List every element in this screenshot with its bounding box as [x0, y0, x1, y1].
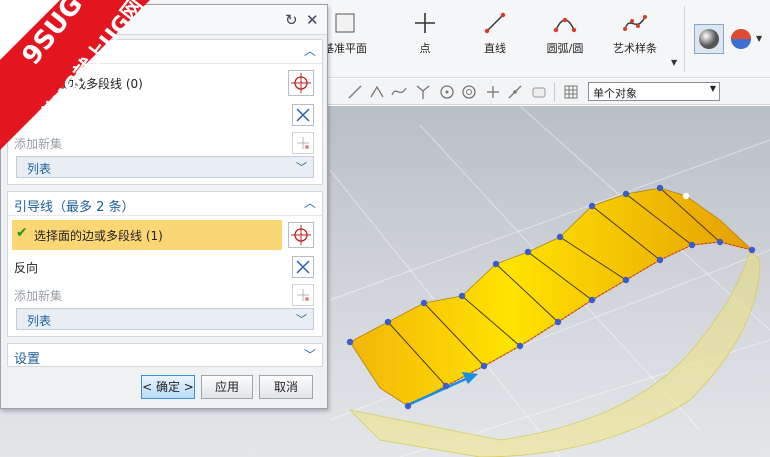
chevron-down-icon: ﹀: [296, 161, 307, 174]
selection-bar: 单个对象 ▼: [328, 79, 770, 105]
settings-title: 设置: [14, 352, 41, 367]
guide-group-title: 引导线（最多 2 条）: [14, 200, 135, 215]
dialog-title-bar: ↻ ✕: [1, 5, 327, 35]
selection-filter-value: 单个对象: [593, 87, 637, 100]
select-guide-label: 选择面的边或多段线 (1): [34, 229, 163, 243]
ribbon-point-button[interactable]: 点: [390, 8, 460, 70]
group-header[interactable]: ︿: [8, 40, 322, 64]
list-expander[interactable]: 列表 ﹀: [16, 156, 314, 178]
shaded-sphere-icon: [699, 29, 719, 49]
crosshair-icon: [291, 73, 311, 93]
crosshair-icon: [291, 225, 311, 245]
line-icon: [482, 10, 508, 36]
ribbon-label: 艺术样条: [613, 42, 657, 55]
section-group: ︿ 选择面的边或多段线 (0) 添加新集 列表 ﹀: [7, 39, 323, 185]
add-new-set-button[interactable]: [292, 132, 314, 154]
add-new-set-label: 添加新集: [14, 289, 63, 303]
plus-icon[interactable]: [484, 83, 502, 101]
grid-icon[interactable]: [562, 83, 580, 101]
ribbon-studio-spline-button[interactable]: 艺术样条: [600, 8, 670, 70]
list-label: 列表: [27, 162, 52, 176]
close-icon[interactable]: ✕: [306, 11, 319, 29]
guide-group-header[interactable]: 引导线（最多 2 条） ︿: [8, 192, 322, 216]
add-new-set-label: 添加新集: [14, 137, 63, 151]
list-label: 列表: [27, 314, 52, 328]
chevron-down-icon: ▼: [709, 84, 716, 93]
eraser-icon[interactable]: [530, 83, 548, 101]
add-set-icon: [297, 137, 309, 149]
apply-button[interactable]: 应用: [201, 375, 253, 399]
line-icon[interactable]: [346, 83, 364, 101]
reset-icon[interactable]: ↻: [285, 11, 298, 29]
sweep-dialog: ↻ ✕ ︿ 选择面的边或多段线 (0) 添加新集 列表 ﹀ 引导线（最多 2 条…: [0, 4, 328, 409]
circle-icon[interactable]: [438, 83, 456, 101]
circle-snap-icon[interactable]: [460, 83, 478, 101]
chevron-down-icon: ﹀: [296, 313, 307, 326]
point-icon: [412, 10, 438, 36]
add-new-set-button[interactable]: [292, 284, 314, 306]
select-edge-row[interactable]: 选择面的边或多段线 (0): [12, 68, 318, 98]
arc-circle-icon: [552, 10, 578, 36]
guide-curves-group: 引导线（最多 2 条） ︿ ✔ 选择面的边或多段线 (1) 反向 添加新集 列表…: [7, 191, 323, 337]
chevron-down-icon[interactable]: ﹀: [304, 346, 316, 363]
check-icon: ✔: [16, 225, 28, 241]
line-snap-icon[interactable]: [506, 83, 524, 101]
spline-icon[interactable]: [390, 83, 408, 101]
crosshair-select-button[interactable]: [288, 222, 314, 248]
render-style-dropdown-icon[interactable]: ▼: [756, 34, 762, 43]
ok-button[interactable]: < 确定 >: [141, 375, 195, 399]
chevron-up-icon[interactable]: ︿: [304, 194, 316, 211]
reverse-direction-button[interactable]: [292, 256, 314, 278]
ribbon-arc-button[interactable]: 圆弧/圆: [530, 8, 600, 70]
reverse-row: 反向: [12, 252, 318, 282]
crosshair-select-button[interactable]: [288, 70, 314, 96]
ribbon-label: 直线: [484, 42, 506, 55]
chevron-up-icon[interactable]: ︿: [304, 42, 316, 59]
datum-plane-icon: [332, 10, 358, 36]
ribbon-line-button[interactable]: 直线: [460, 8, 530, 70]
shaded-view-button[interactable]: [694, 24, 724, 54]
selection-filter-dropdown[interactable]: 单个对象 ▼: [588, 82, 720, 101]
reverse-label: 反向: [14, 261, 39, 275]
color-sphere-icon: [731, 29, 751, 49]
select-guide-row[interactable]: ✔ 选择面的边或多段线 (1): [12, 220, 282, 250]
settings-header[interactable]: 设置 ﹀: [8, 344, 322, 368]
cancel-button[interactable]: 取消: [259, 375, 313, 399]
add-new-set-row[interactable]: 添加新集: [12, 128, 318, 158]
selection-divider: [554, 83, 555, 101]
ribbon-label: 圆弧/圆: [546, 42, 584, 55]
reverse-direction-icon: [296, 260, 310, 274]
ribbon-divider: [684, 6, 685, 72]
curve-icon[interactable]: [368, 83, 386, 101]
select-edge-label: 选择面的边或多段线 (0): [14, 77, 143, 91]
reverse-direction-icon: [296, 108, 310, 122]
render-style-button[interactable]: [728, 26, 754, 52]
fork-icon[interactable]: [414, 83, 432, 101]
ribbon-label: 点: [419, 42, 431, 55]
settings-group[interactable]: 设置 ﹀: [7, 343, 323, 367]
ribbon-more-icon[interactable]: ▼: [671, 58, 677, 67]
add-set-icon: [297, 289, 309, 301]
add-new-set-row[interactable]: 添加新集: [12, 280, 318, 310]
reverse-direction-button[interactable]: [292, 104, 314, 126]
studio-spline-icon: [622, 10, 648, 36]
list-expander[interactable]: 列表 ﹀: [16, 308, 314, 330]
